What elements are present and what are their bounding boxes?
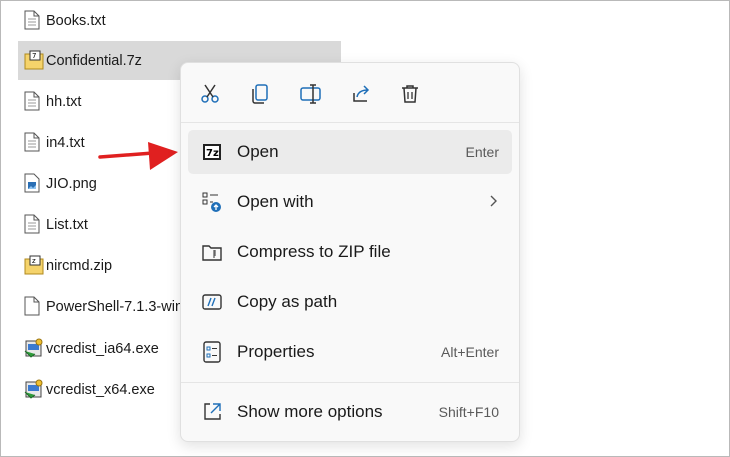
cut-button[interactable]: [193, 77, 227, 111]
share-icon: [353, 85, 370, 102]
copy-icon: [252, 84, 268, 104]
menu-item-label: Compress to ZIP file: [237, 242, 391, 261]
menu-item-copy-as-path[interactable]: Copy as path: [188, 280, 512, 324]
shortcut-label: Alt+Enter: [441, 344, 499, 360]
annotation-arrow-icon: [98, 142, 178, 170]
more-options-icon: [201, 401, 223, 423]
copy-button[interactable]: [243, 77, 277, 111]
file-name: vcredist_x64.exe: [46, 381, 155, 398]
svg-text:7: 7: [32, 52, 36, 60]
text-file-icon: [24, 10, 44, 32]
file-name: Confidential.7z: [46, 52, 142, 69]
chevron-right-icon: [490, 195, 497, 207]
image-file-icon: [24, 173, 44, 195]
zip-file-icon: z: [24, 255, 44, 277]
file-name: List.txt: [46, 216, 88, 233]
rename-icon: [300, 84, 321, 104]
7zip-icon: 7z: [201, 141, 223, 163]
menu-item-label: Properties: [237, 342, 315, 361]
file-name: in4.txt: [46, 134, 85, 151]
menu-item-open-with[interactable]: Open with: [188, 180, 512, 224]
exe-installer-icon: [24, 379, 44, 401]
installer-file-icon: [24, 296, 44, 318]
copy-path-icon: [201, 291, 223, 313]
menu-item-label: Open with: [237, 192, 314, 211]
shortcut-label: Enter: [465, 144, 499, 160]
menu-item-label: Open: [237, 142, 279, 161]
archive-7z-icon: 7: [24, 50, 44, 72]
properties-icon: [201, 341, 223, 363]
menu-item-open[interactable]: 7z Open Enter: [188, 130, 512, 174]
file-name: PowerShell-7.1.3-win: [46, 298, 184, 315]
text-file-icon: [24, 214, 44, 236]
share-button[interactable]: [344, 77, 378, 111]
menu-item-properties[interactable]: Properties Alt+Enter: [188, 330, 512, 374]
menu-item-label: Show more options: [237, 402, 383, 421]
menu-separator: [181, 382, 519, 383]
delete-icon: [402, 85, 418, 103]
file-name: JIO.png: [46, 175, 97, 192]
file-item-books[interactable]: Books.txt: [18, 1, 341, 40]
shortcut-label: Shift+F10: [438, 404, 499, 420]
menu-item-compress-zip[interactable]: Compress to ZIP file: [188, 230, 512, 274]
text-file-icon: [24, 91, 44, 113]
file-name: hh.txt: [46, 93, 82, 110]
svg-text:7z: 7z: [206, 148, 219, 159]
file-name: nircmd.zip: [46, 257, 113, 274]
menu-item-label: Copy as path: [237, 292, 338, 311]
svg-text:z: z: [32, 257, 36, 265]
text-file-icon: [24, 132, 44, 154]
file-name: vcredist_ia64.exe: [46, 340, 159, 357]
cut-icon: [201, 84, 219, 103]
file-name: Books.txt: [46, 12, 106, 29]
zip-folder-icon: [201, 241, 223, 263]
context-menu: 7z Open Enter Open with Compress to ZIP …: [180, 62, 520, 442]
open-with-icon: [201, 191, 223, 213]
rename-button[interactable]: [294, 77, 328, 111]
menu-separator: [181, 122, 519, 123]
delete-button[interactable]: [393, 77, 427, 111]
menu-item-show-more-options[interactable]: Show more options Shift+F10: [188, 390, 512, 434]
exe-installer-icon: [24, 338, 44, 360]
